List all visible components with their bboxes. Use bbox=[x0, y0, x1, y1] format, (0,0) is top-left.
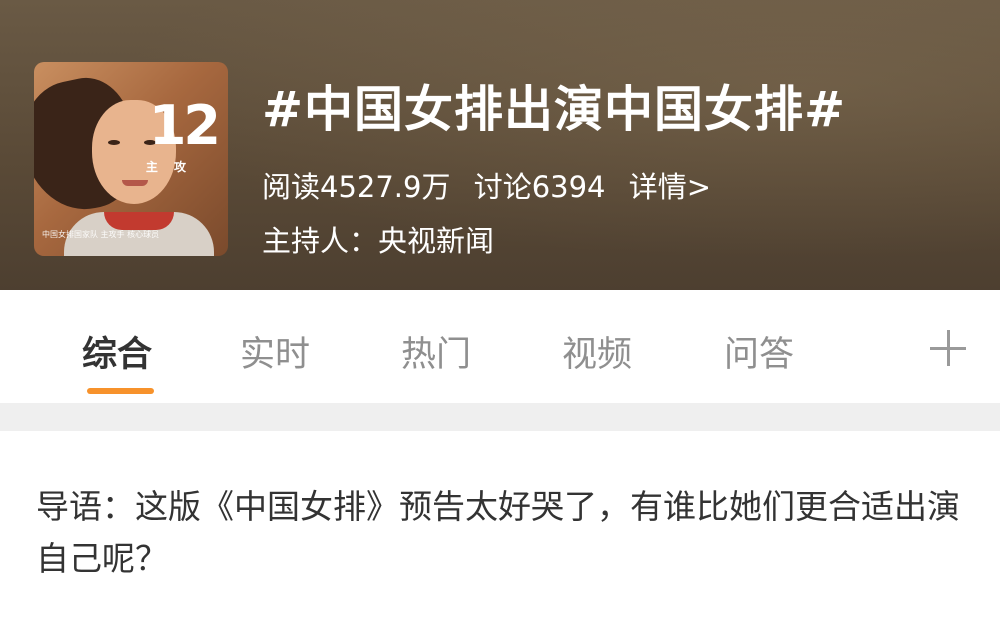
thumbnail-mouth bbox=[122, 180, 148, 186]
topic-thumbnail[interactable]: 12 主 攻 中国女排国家队 主攻手 核心球员 bbox=[34, 62, 228, 256]
section-divider bbox=[0, 403, 1000, 431]
topic-host: 主持人：央视新闻 bbox=[262, 224, 495, 258]
tab-qa[interactable]: 问答 bbox=[724, 326, 794, 377]
details-link[interactable]: 详情> bbox=[629, 170, 711, 204]
thumbnail-position: 主 攻 bbox=[145, 160, 192, 174]
intro-card: 导语：这版《中国女排》预告太好哭了，有谁比她们更合适出演自己呢？ bbox=[0, 431, 1000, 623]
tab-comprehensive[interactable]: 综合 bbox=[82, 326, 152, 377]
read-count: 阅读4527.9万 bbox=[262, 170, 451, 204]
active-tab-indicator bbox=[87, 388, 154, 394]
thumbnail-collar bbox=[104, 212, 174, 230]
thumbnail-caption: 中国女排国家队 主攻手 核心球员 bbox=[42, 230, 160, 239]
tab-video[interactable]: 视频 bbox=[562, 326, 632, 377]
intro-text: 导语：这版《中国女排》预告太好哭了，有谁比她们更合适出演自己呢？ bbox=[36, 487, 960, 578]
plus-icon[interactable] bbox=[930, 330, 966, 366]
topic-stats: 阅读4527.9万 讨论6394 详情> bbox=[262, 164, 725, 206]
thumbnail-jersey-number: 12 bbox=[148, 94, 221, 157]
tab-bar: 综合 实时 热门 视频 问答 bbox=[0, 290, 1000, 403]
tab-realtime[interactable]: 实时 bbox=[240, 326, 310, 377]
thumbnail-eye bbox=[108, 140, 120, 145]
discussion-count: 讨论6394 bbox=[473, 170, 606, 204]
tab-hot[interactable]: 热门 bbox=[401, 326, 471, 377]
topic-title: #中国女排出演中国女排# bbox=[262, 81, 847, 138]
